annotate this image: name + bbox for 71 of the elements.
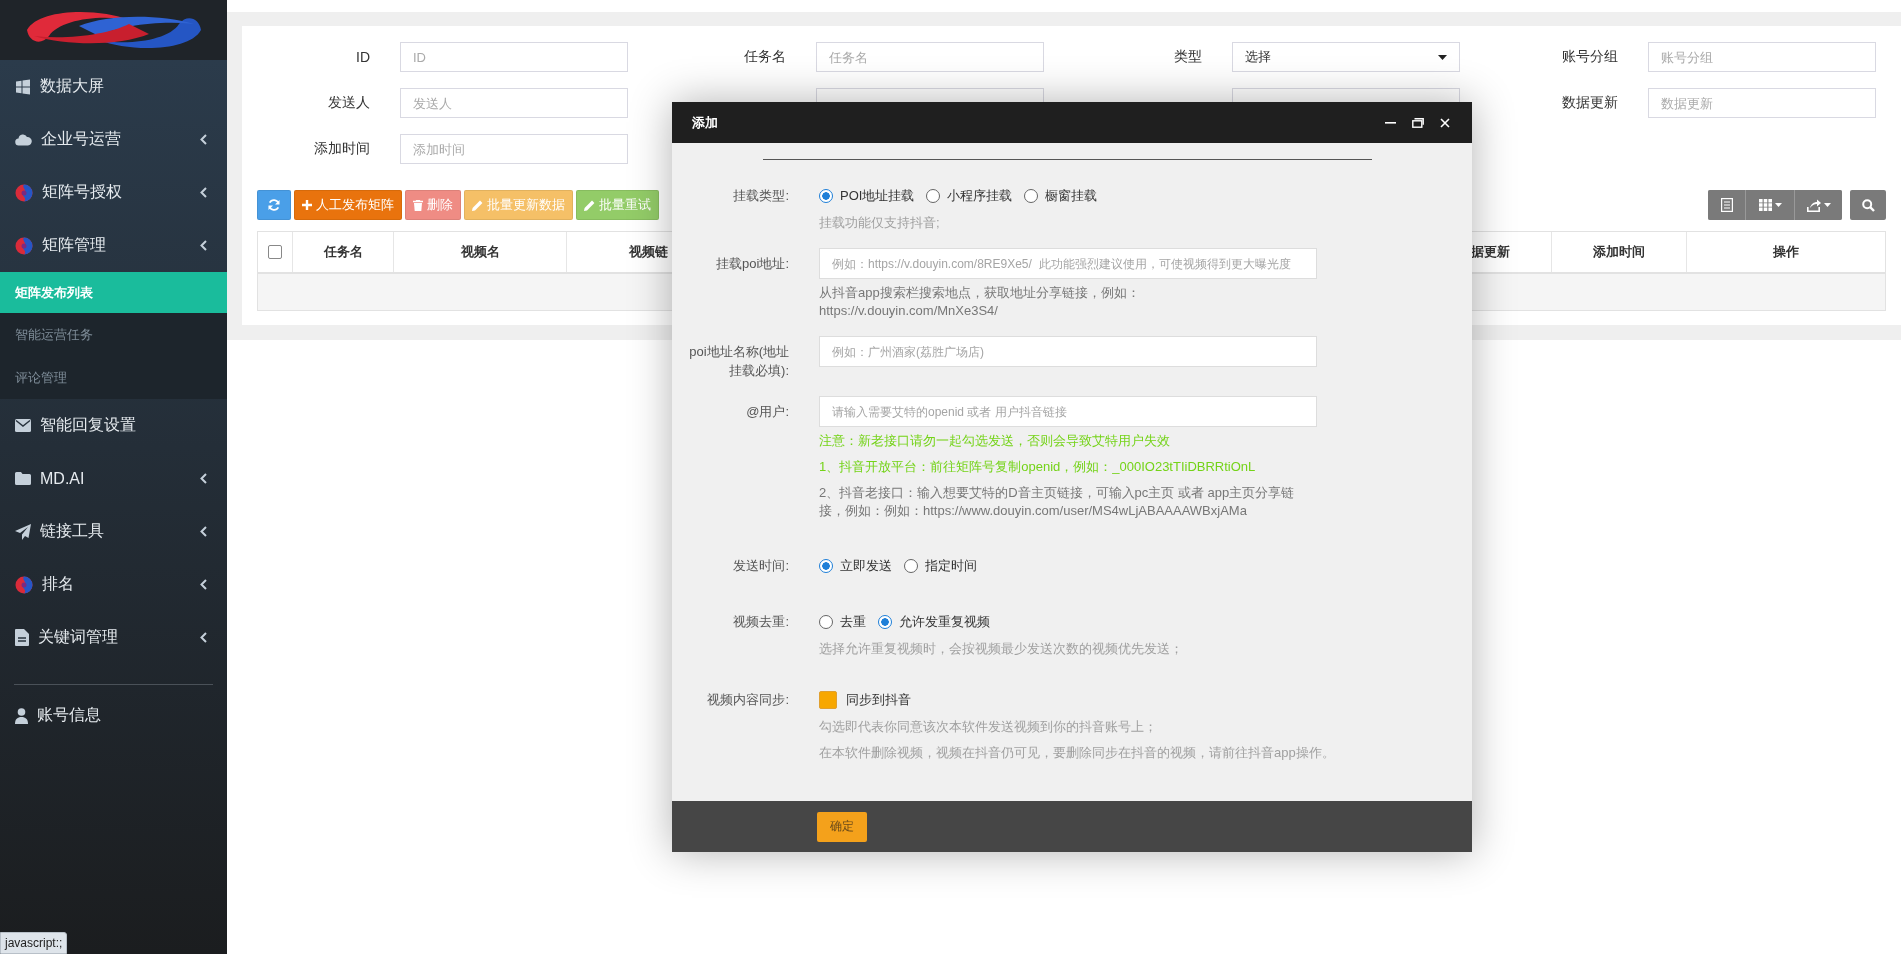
form-label: 视频内容同步: <box>706 691 789 709</box>
help-text: 选择允许重复视频时，会按视频最少发送次数的视频优先发送； <box>819 640 1184 658</box>
form-label: 视频去重: <box>732 613 789 631</box>
input-field[interactable]: 添加时间 <box>400 134 628 164</box>
select-field[interactable]: 选择 <box>1232 42 1460 72</box>
form-label: @用户: <box>745 403 789 421</box>
input-field[interactable]: 数据更新 <box>1648 88 1876 118</box>
sidebar-item[interactable]: 企业号运营 <box>0 113 227 166</box>
input-field[interactable]: ID <box>400 42 628 72</box>
form-label: poi地址名称(地址挂载必填): <box>688 343 789 380</box>
input-field[interactable]: 账号分组 <box>1648 42 1876 72</box>
sidebar-item[interactable]: 矩阵号授权 <box>0 166 227 219</box>
sidebar-label: 矩阵管理 <box>42 235 107 255</box>
radio-option[interactable]: 橱窗挂载 <box>1024 186 1098 206</box>
sidebar-label: 排名 <box>42 574 75 594</box>
column-header: 视频名 <box>460 243 500 261</box>
help-text: 挂载功能仅支持抖音; <box>819 214 941 232</box>
dialog-title: 添加 <box>692 113 718 132</box>
checkbox-option[interactable]: 同步到抖音 <box>819 690 911 710</box>
field-label: 任务名 <box>743 48 786 66</box>
form-label: 挂载poi地址: <box>715 255 789 273</box>
column-header: 任务名 <box>323 243 363 261</box>
sidebar-label: 账号信息 <box>37 705 102 725</box>
radio-option[interactable]: 去重 <box>819 612 866 632</box>
help-text: 勾选即代表你同意该次本软件发送视频到你的抖音账号上； <box>819 718 1157 736</box>
sidebar-label: 链接工具 <box>40 521 105 541</box>
help-text: 1、抖音开放平台：前往矩阵号复制openid，例如：_000IO23tTIiDBRRtiOnL <box>819 458 1257 476</box>
input-field[interactable]: 请输入需要艾特的openid 或者 用户抖音链接 <box>819 396 1317 427</box>
radio-option[interactable]: 立即发送 <box>819 556 892 576</box>
submenu-item[interactable]: 智能运营任务 <box>0 313 227 356</box>
sidebar-label: MD.AI <box>40 469 86 488</box>
column-header: 操作 <box>1773 243 1799 261</box>
field-label: ID <box>355 49 370 65</box>
submenu-item[interactable]: 评论管理 <box>0 356 227 399</box>
sidebar-item[interactable]: 矩阵管理 <box>0 219 227 272</box>
field-label: 类型 <box>1173 48 1202 66</box>
sidebar-label: 数据大屏 <box>40 76 105 96</box>
help-text: 在本软件删除视频，视频在抖音仍可见，要删除同步在抖音的视频，请前往抖音app操作。 <box>819 744 1335 762</box>
sidebar-item[interactable]: 数据大屏 <box>0 60 227 113</box>
field-label: 添加时间 <box>313 140 370 158</box>
input-field[interactable]: 例如：https://v.douyin.com/8RE9Xe5/ 此功能强烈建议使用，可使视频得到更大曝光度 <box>819 248 1317 279</box>
sidebar-label: 智能回复设置 <box>40 415 137 435</box>
sidebar-item[interactable]: 排名 <box>0 558 227 611</box>
sidebar-item[interactable]: 智能回复设置 <box>0 399 227 452</box>
sidebar-label: 关键词管理 <box>38 627 119 647</box>
field-label: 数据更新 <box>1561 94 1618 112</box>
column-header: 视频链 <box>629 243 668 261</box>
sidebar-item[interactable]: 账号信息 <box>0 689 227 742</box>
field-label: 发送人 <box>327 94 370 112</box>
column-header: 据更新 <box>1471 243 1510 261</box>
column-header: 添加时间 <box>1593 243 1645 261</box>
input-field[interactable]: 例如：广州酒家(荔胜广场店) <box>819 336 1317 367</box>
form-label: 发送时间: <box>732 557 789 575</box>
input-field[interactable]: 任务名 <box>816 42 1044 72</box>
radio-option[interactable]: 小程序挂载 <box>926 186 1013 206</box>
form-label: 挂载类型: <box>732 187 789 205</box>
sidebar-label: 矩阵号授权 <box>42 182 123 202</box>
help-text: 2、抖音老接口：输入想要艾特的D音主页链接，可输入pc主页 或者 app主页分享链接，例如：例如：https://www.douyin.com/user/MS4wLjABAAAAWBxjAMa <box>819 484 1296 520</box>
sidebar-item[interactable]: 链接工具 <box>0 505 227 558</box>
input-field[interactable]: 发送人 <box>400 88 628 118</box>
radio-option[interactable]: 指定时间 <box>904 556 977 576</box>
radio-option[interactable]: POI地址挂载 <box>819 186 915 206</box>
help-text: 从抖音app搜索栏搜索地点，获取地址分享链接，例如：https://v.douyin.com/MnXe3S4/ <box>819 284 1141 320</box>
radio-option[interactable]: 允许发重复视频 <box>878 612 990 632</box>
status-url-tooltip: javascript:; <box>0 932 68 954</box>
confirm-button[interactable]: 确定 <box>817 811 867 842</box>
field-label: 账号分组 <box>1561 48 1618 66</box>
sidebar-label: 企业号运营 <box>41 129 122 149</box>
sidebar-item[interactable]: MD.AI <box>0 452 227 505</box>
help-text: 注意：新老接口请勿一起勾选发送，否则会导致艾特用户失效 <box>819 432 1171 450</box>
sidebar-item[interactable]: 关键词管理 <box>0 611 227 664</box>
